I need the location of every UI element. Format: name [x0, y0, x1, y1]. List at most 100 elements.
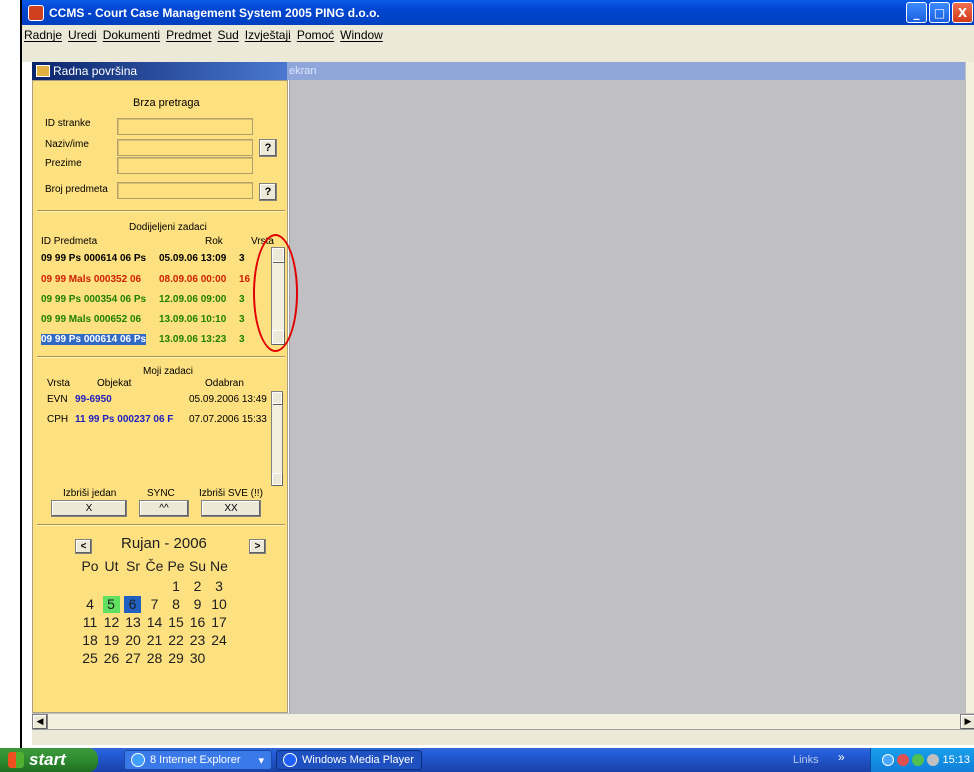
links-label[interactable]: Links	[793, 754, 819, 766]
calendar-day[interactable]: 22	[165, 632, 187, 649]
my-task-object: 11 99 Ps 000237 06 F	[75, 414, 174, 425]
close-button[interactable]: X	[952, 2, 973, 23]
calendar-day[interactable]: 19	[101, 632, 123, 649]
calendar-prev-button[interactable]: <	[75, 539, 92, 554]
scroll-down-arrow[interactable]	[272, 473, 282, 485]
panel-title-bar[interactable]: Radna površina	[32, 62, 287, 80]
calendar-day[interactable]: 26	[101, 650, 123, 667]
case-help-button[interactable]: ?	[259, 183, 277, 201]
calendar-day[interactable]: 1	[165, 578, 187, 595]
menu-izvjestaji[interactable]: Izvještaji	[245, 28, 291, 42]
my-task-row[interactable]: EVN 99-6950 05.09.2006 13:49	[47, 394, 267, 408]
name-input[interactable]	[117, 139, 253, 156]
calendar-weekday: Po	[81, 558, 99, 574]
id-input[interactable]	[117, 118, 253, 135]
task-type: 16	[239, 274, 251, 285]
my-tasks-col-object: Objekat	[97, 378, 132, 389]
calendar-day[interactable]: 6	[124, 596, 141, 613]
title-bar[interactable]: CCMS - Court Case Management System 2005…	[22, 0, 974, 25]
calendar-day[interactable]: 29	[165, 650, 187, 667]
delete-all-label: Izbriši SVE (!!)	[199, 488, 263, 499]
calendar-day[interactable]: 18	[79, 632, 101, 649]
workspace-title-bar[interactable]: ekran	[287, 62, 974, 80]
calendar-day[interactable]: 28	[144, 650, 166, 667]
delete-one-button[interactable]: X	[51, 500, 127, 517]
calendar-day[interactable]: 21	[144, 632, 166, 649]
menu-predmet[interactable]: Predmet	[166, 28, 211, 42]
minimize-button[interactable]: _	[906, 2, 927, 23]
connection-icon[interactable]	[912, 754, 925, 766]
calendar-day[interactable]: 8	[165, 596, 187, 613]
taskbar-item-internet-explorer[interactable]: 8 Internet Explorer ▾	[124, 750, 272, 770]
task-row-selected[interactable]: 09 99 Ps 000614 06 Ps 13.09.06 13:23 3	[41, 334, 261, 348]
calendar-day[interactable]: 13	[122, 614, 144, 631]
calendar-day[interactable]: 24	[208, 632, 230, 649]
calendar-day[interactable]: 20	[122, 632, 144, 649]
scroll-right-arrow[interactable]: ▶	[960, 714, 974, 730]
case-number-input[interactable]	[117, 182, 253, 199]
menu-window[interactable]: Window	[340, 28, 383, 42]
delete-all-button[interactable]: XX	[201, 500, 261, 517]
scroll-up-arrow[interactable]	[272, 248, 284, 262]
calendar-day[interactable]: 27	[122, 650, 144, 667]
calendar-day[interactable]: 2	[187, 578, 209, 595]
name-help-button[interactable]: ?	[259, 139, 277, 157]
calendar-day[interactable]: 10	[208, 596, 230, 613]
system-tray: 15:13	[870, 748, 974, 772]
task-row[interactable]: 09 99 Mals 000652 06 13.09.06 10:10 3	[41, 314, 261, 328]
start-button[interactable]: start	[0, 748, 98, 772]
my-task-row[interactable]: CPH 11 99 Ps 000237 06 F 07.07.2006 15:3…	[47, 414, 267, 428]
task-row[interactable]: 09 99 Mals 000352 06 08.09.06 00:00 16	[41, 274, 261, 288]
calendar-day[interactable]: 25	[79, 650, 101, 667]
scroll-down-arrow[interactable]	[272, 330, 284, 344]
task-row[interactable]: 09 99 Ps 000354 06 Ps 12.09.06 09:00 3	[41, 294, 261, 308]
calendar-day[interactable]: 7	[144, 596, 166, 613]
my-tasks-scrollbar[interactable]	[271, 391, 283, 486]
links-chevron-icon[interactable]: »	[838, 750, 845, 764]
clock: 15:13	[942, 754, 970, 766]
calendar-day[interactable]: 30	[187, 650, 209, 667]
assigned-scrollbar[interactable]	[271, 247, 285, 345]
calendar-day[interactable]: 11	[79, 614, 101, 631]
calendar-day[interactable]: 15	[165, 614, 187, 631]
start-label: start	[29, 750, 66, 769]
task-row[interactable]: 09 99 Ps 000614 06 Ps 05.09.06 13:09 3	[41, 253, 261, 267]
calendar-day[interactable]: 16	[187, 614, 209, 631]
menu-dokumenti[interactable]: Dokumenti	[103, 28, 160, 42]
workspace-area[interactable]	[289, 80, 974, 713]
panel-title: Radna površina	[53, 64, 138, 78]
folder-icon	[36, 65, 50, 77]
task-id: 09 99 Ps 000614 06 Ps	[41, 334, 147, 345]
scroll-up-arrow[interactable]	[272, 392, 282, 404]
calendar-day[interactable]: 5	[102, 596, 120, 613]
case-number-label: Broj predmeta	[45, 184, 108, 195]
menu-sud[interactable]: Sud	[217, 28, 238, 42]
quick-search-heading: Brza pretraga	[133, 97, 200, 109]
security-icon[interactable]	[897, 754, 910, 766]
menu-uredi[interactable]: Uredi	[68, 28, 97, 42]
assigned-heading: Dodijeljeni zadaci	[129, 222, 207, 233]
workspace-vertical-scrollbar[interactable]	[965, 62, 974, 713]
calendar-day[interactable]: 17	[208, 614, 230, 631]
my-task-type: EVN	[47, 394, 68, 405]
calendar-day[interactable]: 12	[101, 614, 123, 631]
calendar-day[interactable]: 14	[144, 614, 166, 631]
my-task-selected: 07.07.2006 15:33	[189, 414, 267, 425]
calendar-day[interactable]: 3	[208, 578, 230, 595]
menu-radnje[interactable]: Radnje	[24, 28, 62, 42]
horizontal-scrollbar[interactable]: ◀ ▶	[32, 713, 974, 730]
volume-icon[interactable]	[927, 754, 940, 766]
my-tasks-col-selected: Odabran	[205, 378, 244, 389]
calendar-day[interactable]: 9	[187, 596, 209, 613]
maximize-button[interactable]: □	[929, 2, 950, 23]
calendar-next-button[interactable]: >	[249, 539, 266, 554]
network-icon[interactable]	[882, 754, 895, 766]
sync-button[interactable]: ^^	[139, 500, 189, 517]
taskbar-item-media-player[interactable]: Windows Media Player	[276, 750, 422, 770]
scroll-left-arrow[interactable]: ◀	[32, 714, 48, 730]
calendar-weekday: Sr	[126, 558, 140, 574]
surname-input[interactable]	[117, 157, 253, 174]
calendar-day[interactable]: 23	[187, 632, 209, 649]
menu-pomoc[interactable]: Pomoć	[297, 28, 334, 42]
calendar-day[interactable]: 4	[79, 596, 101, 613]
